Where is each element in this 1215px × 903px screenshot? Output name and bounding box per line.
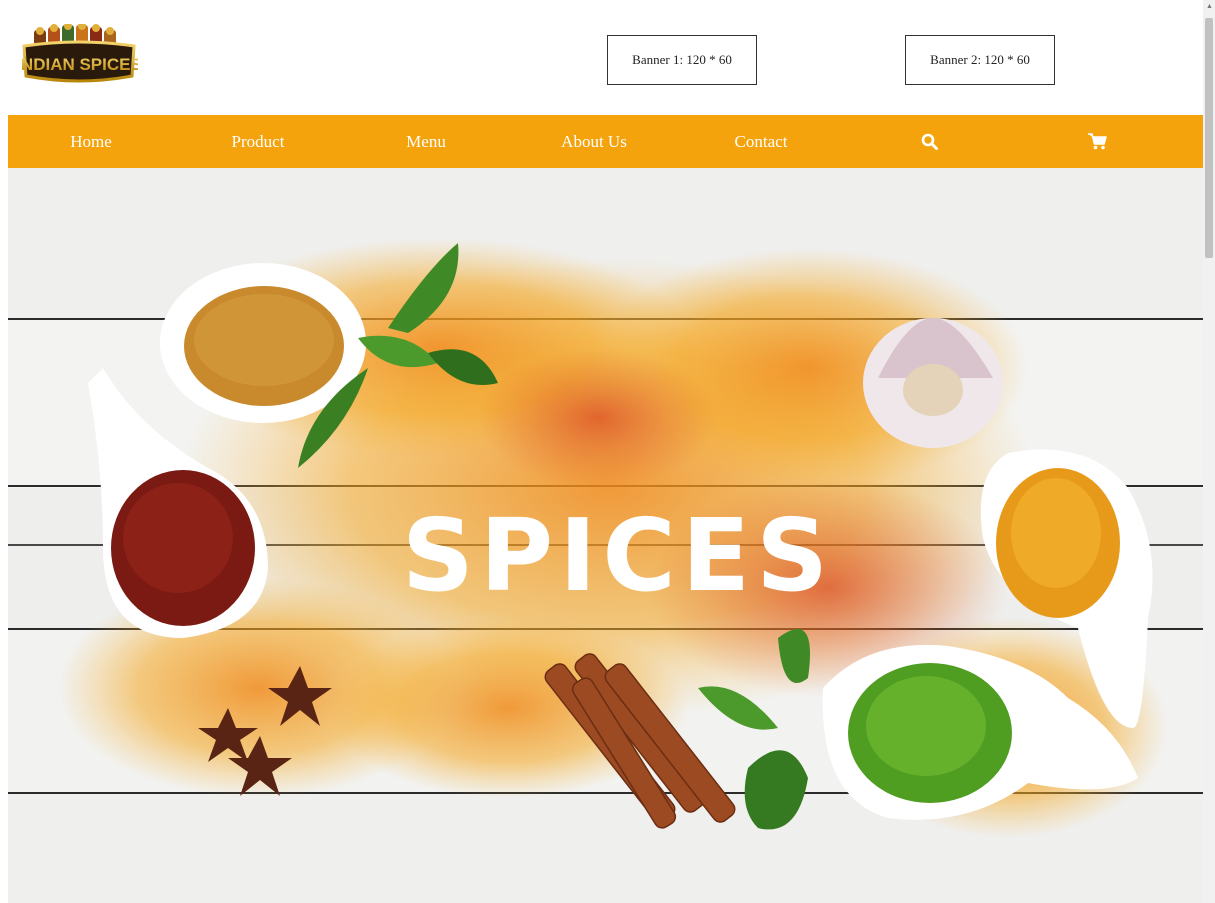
header: INDIAN SPICES Banner 1: 120 * 60 Banner …	[0, 0, 1203, 115]
scroll-up-arrow-icon[interactable]: ▲	[1206, 2, 1213, 10]
nav-contact[interactable]: Contact	[716, 115, 806, 168]
hero-spices-word: SPICES	[402, 497, 834, 614]
hero-spices-image: SPICES	[8, 168, 1203, 903]
cart-icon[interactable]	[1084, 115, 1110, 168]
banner-2[interactable]: Banner 2: 120 * 60	[905, 35, 1055, 85]
banner-1-label: Banner 1: 120 * 60	[632, 52, 732, 67]
nav-menu[interactable]: Menu	[381, 115, 471, 168]
search-icon[interactable]	[916, 115, 942, 168]
logo-text: INDIAN SPICES	[20, 55, 138, 74]
scrollbar-thumb[interactable]	[1205, 18, 1213, 258]
nav-home[interactable]: Home	[46, 115, 136, 168]
banner-2-label: Banner 2: 120 * 60	[930, 52, 1030, 67]
banner-1[interactable]: Banner 1: 120 * 60	[607, 35, 757, 85]
indian-spices-logo[interactable]: INDIAN SPICES	[20, 24, 138, 88]
page-scrollbar[interactable]: ▲	[1203, 0, 1215, 903]
nav-about-us[interactable]: About Us	[549, 115, 639, 168]
nav-product[interactable]: Product	[213, 115, 303, 168]
main-navigation: Home Product Menu About Us Contact	[8, 115, 1203, 168]
